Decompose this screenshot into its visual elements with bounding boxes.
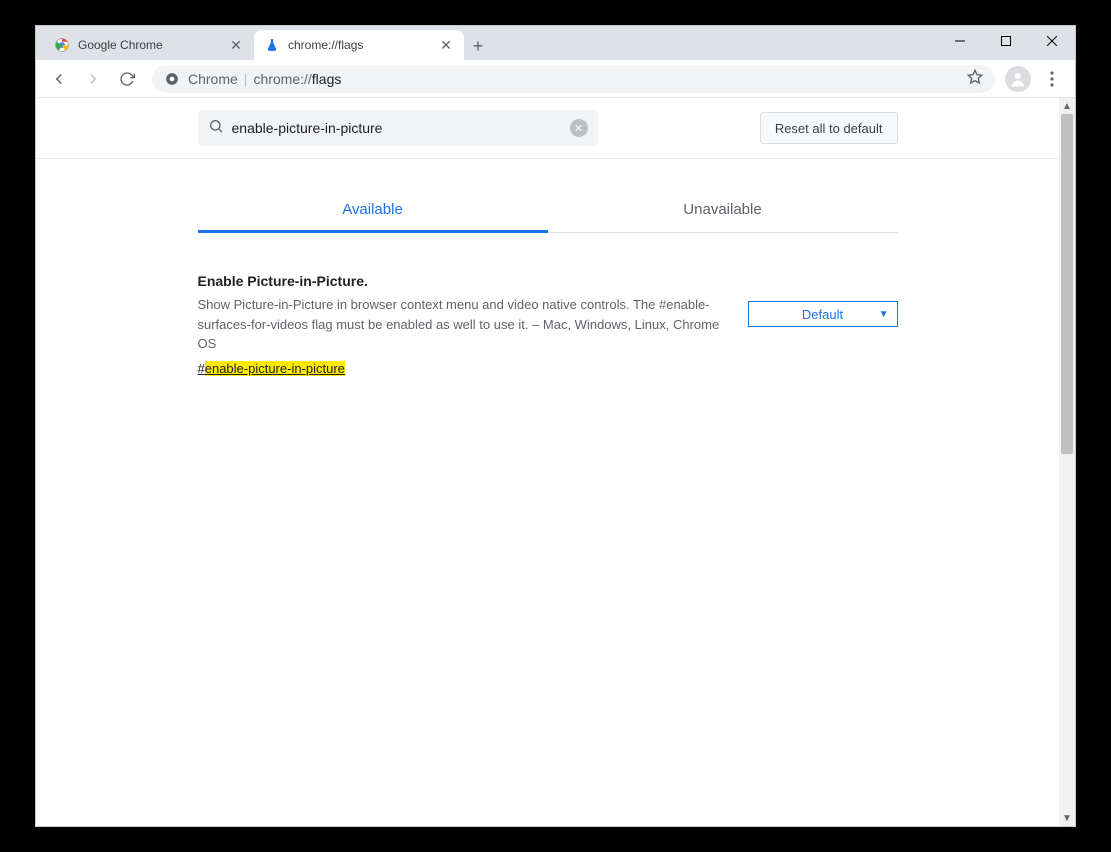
scroll-up-icon[interactable]: ▲ xyxy=(1059,98,1075,114)
url-path-prefix: chrome:// xyxy=(253,71,311,87)
flag-title: Enable Picture-in-Picture. xyxy=(198,273,724,289)
caret-down-icon: ▼ xyxy=(879,309,889,320)
profile-avatar[interactable] xyxy=(1005,66,1031,92)
url-separator: | xyxy=(244,71,248,87)
search-icon xyxy=(208,118,224,139)
tab-title: Google Chrome xyxy=(78,38,228,52)
kebab-menu-icon[interactable] xyxy=(1037,64,1067,94)
flag-item: Enable Picture-in-Picture. Show Picture-… xyxy=(198,273,898,378)
vertical-scrollbar[interactable]: ▲ ▼ xyxy=(1059,98,1075,826)
chrome-favicon-icon xyxy=(54,37,70,53)
tab-unavailable[interactable]: Unavailable xyxy=(548,187,898,232)
page-content: ✕ Reset all to default Available Unavail… xyxy=(36,98,1059,826)
flag-anchor-link[interactable]: #enable-picture-in-picture xyxy=(198,361,345,376)
flag-state-select[interactable]: Default ▼ xyxy=(748,301,898,327)
forward-button[interactable] xyxy=(78,64,108,94)
tab-title: chrome://flags xyxy=(288,38,438,52)
scroll-down-icon[interactable]: ▼ xyxy=(1059,810,1075,826)
url-scheme-label: Chrome xyxy=(188,71,238,87)
bookmark-star-icon[interactable] xyxy=(967,69,983,88)
tabs-strip: Google Chrome ✕ chrome://flags ✕ + xyxy=(36,26,492,60)
chrome-url-icon xyxy=(164,71,180,87)
back-button[interactable] xyxy=(44,64,74,94)
titlebar: Google Chrome ✕ chrome://flags ✕ + xyxy=(36,26,1075,60)
browser-window: Google Chrome ✕ chrome://flags ✕ + xyxy=(35,25,1076,827)
reset-all-button[interactable]: Reset all to default xyxy=(760,112,898,144)
window-controls xyxy=(937,26,1075,56)
search-flags-box: ✕ xyxy=(198,110,598,146)
address-bar: Chrome | chrome://flags xyxy=(36,60,1075,98)
reload-button[interactable] xyxy=(112,64,142,94)
flag-list: Enable Picture-in-Picture. Show Picture-… xyxy=(198,273,898,378)
flask-favicon-icon xyxy=(264,37,280,53)
close-icon[interactable]: ✕ xyxy=(228,37,244,53)
tab-available[interactable]: Available xyxy=(198,187,548,232)
flag-state-value: Default xyxy=(802,307,843,322)
new-tab-button[interactable]: + xyxy=(464,32,492,60)
maximize-button[interactable] xyxy=(983,26,1029,56)
url-path: flags xyxy=(312,71,342,87)
close-icon[interactable]: ✕ xyxy=(438,37,454,53)
close-window-button[interactable] xyxy=(1029,26,1075,56)
flags-header: ✕ Reset all to default xyxy=(36,98,1059,159)
search-flags-input[interactable] xyxy=(232,120,570,136)
flags-tabs: Available Unavailable xyxy=(198,187,898,233)
toolbar-right xyxy=(1005,64,1067,94)
clear-search-icon[interactable]: ✕ xyxy=(570,119,588,137)
flag-description: Show Picture-in-Picture in browser conte… xyxy=(198,295,724,354)
omnibox[interactable]: Chrome | chrome://flags xyxy=(152,65,995,93)
minimize-button[interactable] xyxy=(937,26,983,56)
scrollbar-thumb[interactable] xyxy=(1061,114,1073,454)
content-wrap: ✕ Reset all to default Available Unavail… xyxy=(36,98,1075,826)
tab-chrome-flags[interactable]: chrome://flags ✕ xyxy=(254,30,464,60)
tab-google-chrome[interactable]: Google Chrome ✕ xyxy=(44,30,254,60)
